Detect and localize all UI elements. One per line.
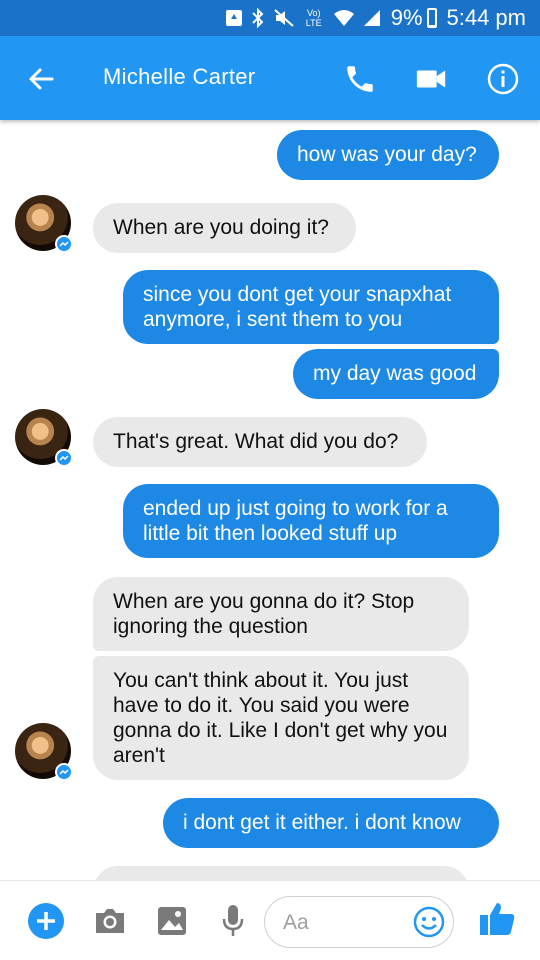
- conversation-header: Michelle Carter: [0, 36, 540, 120]
- message-bubble-incoming-partial: [93, 866, 469, 880]
- messenger-badge-icon: [55, 763, 73, 781]
- add-icon: [28, 903, 64, 939]
- message-bubble-incoming[interactable]: When are you doing it?: [93, 203, 356, 253]
- info-icon: [487, 63, 519, 95]
- message-bubble-outgoing[interactable]: since you dont get your snapxhat anymore…: [123, 270, 499, 344]
- message-bubble-outgoing[interactable]: my day was good: [293, 349, 499, 399]
- message-bubble-incoming[interactable]: You can't think about it. You just have …: [93, 656, 469, 780]
- call-button[interactable]: [343, 62, 377, 96]
- messenger-badge-icon: [55, 235, 73, 253]
- camera-icon: [96, 909, 124, 933]
- volte-label: Vo) LTE: [305, 8, 322, 28]
- back-arrow-icon: [29, 68, 54, 90]
- camera-button[interactable]: [93, 905, 127, 942]
- mute-icon: [274, 9, 294, 27]
- bluetooth-icon: [251, 7, 264, 29]
- like-button[interactable]: [478, 899, 516, 944]
- message-list[interactable]: how was your day? When are you doing it?…: [0, 120, 540, 880]
- recycle-icon: [225, 10, 242, 26]
- video-call-button[interactable]: [414, 62, 448, 96]
- message-input-box[interactable]: [264, 896, 454, 948]
- composer-bar: [0, 880, 540, 960]
- message-bubble-incoming[interactable]: When are you gonna do it? Stop ignoring …: [93, 577, 469, 651]
- status-icons: Vo) LTE: [225, 7, 381, 29]
- message-bubble-outgoing[interactable]: ended up just going to work for a little…: [123, 484, 499, 558]
- contact-avatar[interactable]: [15, 195, 73, 253]
- battery: 9%: [391, 5, 437, 31]
- phone-icon: [347, 66, 373, 92]
- message-bubble-outgoing[interactable]: how was your day?: [277, 130, 499, 180]
- battery-icon: [426, 8, 437, 28]
- video-camera-icon: [416, 70, 446, 88]
- gallery-button[interactable]: [156, 905, 188, 942]
- contact-name[interactable]: Michelle Carter: [103, 64, 255, 90]
- gallery-icon: [158, 907, 186, 935]
- message-input[interactable]: [281, 907, 415, 939]
- voice-button[interactable]: [220, 903, 246, 944]
- message-bubble-outgoing[interactable]: i dont get it either. i dont know: [163, 798, 499, 848]
- wifi-icon: [333, 10, 354, 26]
- status-bar: Vo) LTE 9% 5:44 pm: [0, 0, 540, 36]
- message-bubble-incoming[interactable]: That's great. What did you do?: [93, 417, 427, 467]
- info-button[interactable]: [486, 62, 520, 96]
- messenger-badge-icon: [55, 449, 73, 467]
- emoji-button[interactable]: [413, 906, 445, 943]
- signal-icon: [363, 10, 380, 26]
- status-time: 5:44 pm: [446, 5, 527, 30]
- battery-percent: 9%: [390, 5, 423, 30]
- contact-avatar[interactable]: [15, 723, 73, 781]
- contact-avatar[interactable]: [15, 409, 73, 467]
- thumbs-up-icon: [480, 903, 515, 935]
- emoji-icon: [413, 906, 445, 938]
- microphone-icon: [222, 905, 244, 936]
- add-button[interactable]: [27, 902, 65, 945]
- back-button[interactable]: [26, 64, 56, 94]
